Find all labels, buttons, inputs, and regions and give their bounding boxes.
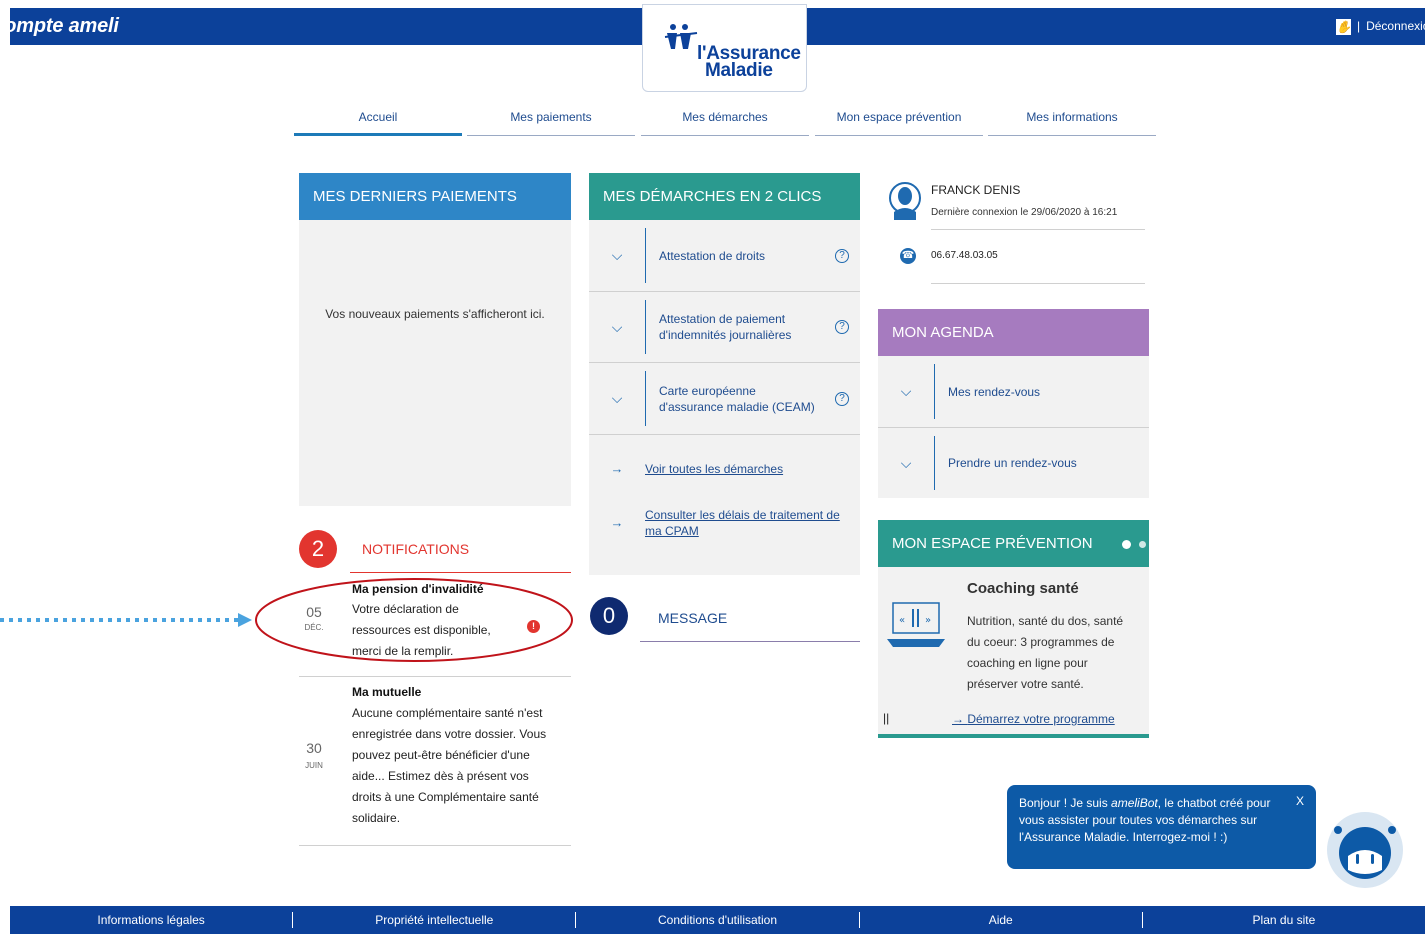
logo-text-line2: Maladie	[705, 60, 773, 81]
arrow-right-icon: →	[610, 461, 624, 476]
demarche-label: Carte européenne d'assurance maladie (CE…	[659, 383, 815, 414]
svg-text:«: «	[899, 615, 905, 626]
arrow-right-icon: →	[610, 515, 624, 530]
link-voir-demarches[interactable]: Voir toutes les démarches	[645, 461, 845, 477]
demarche-item[interactable]: ⌵ Carte européenne d'assurance maladie (…	[589, 363, 860, 434]
demarche-item[interactable]: ⌵ Attestation de paiement d'indemnités j…	[589, 292, 860, 362]
chatbot-close-button[interactable]: X	[1296, 793, 1304, 810]
chatbot-bubble[interactable]: Bonjour ! Je suis ameliBot, le chatbot c…	[1007, 785, 1316, 869]
help-icon[interactable]: ?	[835, 248, 849, 263]
chevron-down-icon: ⌵	[900, 383, 912, 399]
chevron-down-icon: ⌵	[611, 247, 623, 263]
carousel-pause-button[interactable]: ||	[883, 711, 889, 725]
notification-title: Ma mutuelle	[352, 685, 422, 699]
notification-month: JUIN	[305, 761, 323, 770]
tab-mes-demarches[interactable]: Mes démarches	[641, 110, 809, 136]
carousel-dot-icon[interactable]	[1139, 541, 1146, 548]
notification-body: Aucune complémentaire santé n'est enregi…	[352, 706, 547, 825]
demarche-item[interactable]: ⌵ Attestation de droits ?	[589, 220, 860, 291]
prevention-title: MON ESPACE PRÉVENTION	[892, 535, 1093, 552]
logo-figures-icon	[664, 24, 698, 49]
help-icon[interactable]: ?	[835, 391, 849, 406]
chevron-down-icon: ⌵	[900, 454, 912, 471]
messages-title[interactable]: MESSAGE	[658, 610, 727, 626]
assurance-maladie-logo[interactable]: l'Assurance Maladie	[642, 4, 807, 92]
carousel-dot-active-icon[interactable]	[1122, 540, 1131, 549]
footer: Informations légales Propriété intellect…	[10, 906, 1425, 934]
brand-title[interactable]: Compte ameli	[0, 8, 119, 45]
tab-espace-prevention[interactable]: Mon espace prévention	[815, 110, 983, 136]
tab-accueil[interactable]: Accueil	[294, 110, 462, 136]
footer-link-plan-du-site[interactable]: Plan du site	[1143, 913, 1425, 927]
profile-name: FRANCK DENIS	[931, 183, 1021, 197]
amelibot-avatar-icon[interactable]	[1326, 808, 1404, 890]
demarche-link[interactable]: → Consulter les délais de traitement de …	[589, 507, 840, 539]
brand-clip: Compte ameli	[0, 8, 200, 45]
main-nav: Accueil Mes paiements Mes démarches Mon …	[294, 110, 1156, 136]
payments-header[interactable]: MES DERNIERS PAIEMENTS	[299, 173, 571, 220]
agenda-header[interactable]: MON AGENDA	[878, 309, 1149, 356]
agenda-label: Mes rendez-vous	[948, 384, 1041, 399]
laptop-coaching-icon: « »	[887, 602, 945, 647]
demarches-header[interactable]: MES DÉMARCHES EN 2 CLICS	[589, 173, 860, 220]
tab-mes-paiements[interactable]: Mes paiements	[467, 110, 635, 136]
demarche-link[interactable]: → Voir toutes les démarches	[589, 461, 845, 477]
footer-link-propriete-intellectuelle[interactable]: Propriété intellectuelle	[293, 913, 575, 927]
arrow-right-icon: →	[952, 712, 968, 726]
coaching-title: Coaching santé	[967, 580, 1079, 597]
prevention-body: « » Coaching santé Nutrition, santé du d…	[878, 567, 1149, 734]
notifications-title[interactable]: NOTIFICATIONS	[362, 541, 469, 557]
notification-separator	[299, 845, 571, 846]
chevron-down-icon: ⌵	[611, 390, 623, 406]
user-avatar-icon	[889, 182, 921, 220]
tab-mes-informations[interactable]: Mes informations	[988, 110, 1156, 136]
link-delais-cpam[interactable]: Consulter les délais de traitement de ma…	[645, 507, 840, 539]
profile-last-login: Dernière connexion le 29/06/2020 à 16:21	[931, 207, 1118, 218]
agenda-item[interactable]: ⌵ Mes rendez-vous	[878, 356, 1149, 427]
prevention-header[interactable]: MON ESPACE PRÉVENTION	[878, 520, 1149, 567]
phone-icon: ☎	[900, 248, 916, 264]
agenda-item[interactable]: ⌵ Prendre un rendez-vous	[878, 428, 1149, 498]
messages-count-badge: 0	[590, 597, 628, 635]
notification-item[interactable]: 30 JUIN Ma mutuelle Aucune complémentair…	[299, 682, 571, 844]
prevention-link[interactable]: → Démarrez votre programme	[952, 712, 1115, 726]
sign-language-icon[interactable]: ✋	[1336, 18, 1351, 35]
logout-separator: |	[1356, 19, 1361, 33]
annotation-highlight	[0, 578, 573, 662]
help-icon[interactable]: ?	[835, 320, 849, 334]
chatbot-name: ameliBot	[1111, 796, 1158, 810]
notifications-count-badge: 2	[299, 530, 337, 568]
agenda-label: Prendre un rendez-vous	[948, 456, 1077, 470]
notifications-divider	[350, 572, 571, 573]
footer-link-conditions[interactable]: Conditions d'utilisation	[576, 913, 858, 927]
prevention-link-label: Démarrez votre programme	[967, 712, 1115, 726]
profile-divider	[931, 229, 1145, 230]
footer-link-informations-legales[interactable]: Informations légales	[10, 913, 292, 927]
messages-divider	[640, 641, 860, 642]
notification-day: 30	[306, 740, 322, 756]
chevron-down-icon: ⌵	[611, 318, 623, 335]
coaching-body: Nutrition, santé du dos, santé du coeur:…	[967, 614, 1124, 691]
prevention-bottom-bar	[878, 734, 1149, 738]
demarche-label: Attestation de droits	[659, 248, 766, 263]
row-separator	[589, 434, 860, 435]
logout-link[interactable]: Déconnexion	[1366, 8, 1425, 45]
demarche-label: Attestation de paiement d'indemnités jou…	[659, 312, 792, 342]
profile-divider	[931, 283, 1145, 284]
payments-body: Vos nouveaux paiements s'afficheront ici…	[299, 220, 571, 506]
svg-text:»: »	[925, 615, 931, 626]
notification-separator	[299, 676, 571, 677]
profile-phone: 06.67.48.03.05	[931, 250, 998, 261]
footer-link-aide[interactable]: Aide	[860, 913, 1142, 927]
logout-area: ✋ | Déconnexion	[1336, 8, 1425, 45]
payments-empty-text: Vos nouveaux paiements s'afficheront ici…	[325, 307, 545, 321]
chatbot-message-start: Bonjour ! Je suis	[1019, 796, 1112, 810]
